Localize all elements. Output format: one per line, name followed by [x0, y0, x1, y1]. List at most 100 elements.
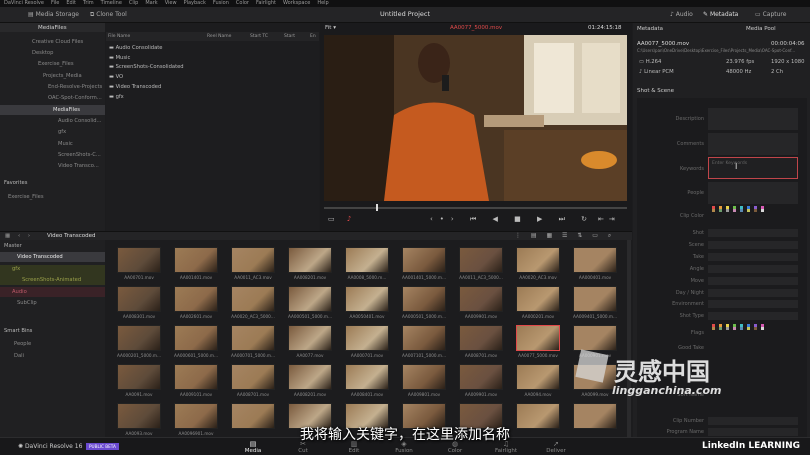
color-swatch[interactable]: [761, 209, 764, 212]
file-row[interactable]: ▬ VO: [109, 73, 184, 83]
clip-thumbnail[interactable]: [117, 247, 161, 273]
flag-swatch[interactable]: [747, 327, 750, 330]
day-night-input[interactable]: [708, 289, 798, 297]
clip-thumbnail[interactable]: [117, 325, 161, 351]
clip-thumbnail[interactable]: [345, 325, 389, 351]
take-input[interactable]: [708, 253, 798, 261]
move-input[interactable]: [708, 277, 798, 285]
clip-thumbnail[interactable]: [231, 286, 275, 312]
tree-item[interactable]: Video Transco...: [58, 163, 99, 169]
tree-item[interactable]: Audio Consolid...: [58, 118, 101, 124]
file-row[interactable]: ▬ gfx: [109, 93, 184, 103]
shot-type-input[interactable]: [708, 312, 798, 320]
flag-swatch[interactable]: [754, 327, 757, 330]
clip-thumbnail[interactable]: [345, 364, 389, 390]
menu-item[interactable]: Trim: [83, 0, 94, 7]
tree-item[interactable]: Desktop: [32, 50, 53, 56]
play-icon[interactable]: ▶: [537, 215, 549, 223]
clip-thumbnail[interactable]: [117, 286, 161, 312]
clip-thumbnail[interactable]: [345, 286, 389, 312]
clip-thumbnail[interactable]: [516, 286, 560, 312]
clip-thumbnail[interactable]: [345, 247, 389, 273]
flag-swatch[interactable]: [726, 327, 729, 330]
bin-item[interactable]: gfx: [12, 266, 20, 272]
pool-scrollbar[interactable]: [627, 240, 631, 437]
column-header[interactable]: Reel Name: [207, 34, 231, 39]
file-row[interactable]: ▬ ScreenShots-Consolidated: [109, 63, 184, 73]
menu-item[interactable]: Edit: [66, 0, 76, 7]
pool-nav-icons[interactable]: ▦ ‹ ›: [5, 233, 33, 239]
mark-in-icon[interactable]: ⇤: [598, 215, 609, 223]
menu-item[interactable]: DaVinci Resolve: [4, 0, 44, 7]
smart-bin-item[interactable]: People: [14, 341, 31, 347]
file-row[interactable]: ▬ Video Transcoded: [109, 83, 184, 93]
play-reverse-icon[interactable]: ◀: [493, 215, 505, 223]
clip-thumbnail[interactable]: [174, 247, 218, 273]
clip-thumbnail[interactable]: [459, 286, 503, 312]
menu-item[interactable]: Color: [236, 0, 249, 7]
clip-thumbnail[interactable]: [402, 247, 446, 273]
clip-thumbnail[interactable]: [402, 286, 446, 312]
clip-thumbnail[interactable]: [288, 247, 332, 273]
clip-thumbnail[interactable]: [573, 286, 617, 312]
color-swatch[interactable]: [712, 209, 715, 212]
bin-item[interactable]: SubClip: [17, 300, 37, 306]
clip-thumbnail[interactable]: [573, 325, 617, 351]
color-swatch[interactable]: [726, 209, 729, 212]
skip-back-icon[interactable]: ⏮: [470, 215, 483, 223]
flag-swatches[interactable]: [712, 324, 798, 330]
menu-item[interactable]: Help: [317, 0, 328, 7]
tree-item[interactable]: Music: [58, 141, 73, 147]
playhead[interactable]: [376, 204, 378, 211]
bin-item[interactable]: ScreenShots-Animated: [22, 277, 81, 283]
skip-forward-icon[interactable]: ⏭: [559, 215, 572, 223]
clip-thumbnail[interactable]: [231, 364, 275, 390]
clip-thumbnail[interactable]: [516, 364, 560, 390]
column-header[interactable]: En: [310, 34, 316, 39]
tree-item[interactable]: Projects_Media: [43, 73, 82, 79]
color-swatch[interactable]: [740, 209, 743, 212]
clip-thumbnail[interactable]: [459, 247, 503, 273]
clip-thumbnail[interactable]: [402, 364, 446, 390]
flag-swatch[interactable]: [712, 327, 715, 330]
people-input[interactable]: [708, 182, 798, 204]
video-frame[interactable]: [324, 35, 627, 201]
clip-color-swatches[interactable]: [712, 206, 798, 212]
menu-item[interactable]: Timeline: [101, 0, 122, 7]
column-header[interactable]: Start TC: [250, 34, 268, 39]
flag-swatch[interactable]: [719, 327, 722, 330]
favorite-item[interactable]: Exercise_Files: [8, 194, 44, 200]
clip-thumbnail[interactable]: [231, 247, 275, 273]
mark-out-icon[interactable]: ⇥: [609, 215, 620, 223]
menu-item[interactable]: View: [165, 0, 177, 7]
description-input[interactable]: [708, 108, 798, 130]
bin-item[interactable]: Master: [4, 243, 22, 249]
display-toggle-icon[interactable]: ▭: [328, 215, 340, 223]
viewer-scrubber[interactable]: [324, 207, 627, 209]
media-pool-button[interactable]: Media Pool: [746, 26, 776, 32]
scene-input[interactable]: [708, 241, 798, 249]
menu-item[interactable]: Fairlight: [256, 0, 276, 7]
stop-icon[interactable]: ■: [514, 215, 528, 223]
jog-icon[interactable]: ‹•›: [430, 215, 461, 223]
clip-thumbnail[interactable]: [402, 325, 446, 351]
comments-input[interactable]: [708, 133, 798, 155]
clip-thumbnail[interactable]: [573, 247, 617, 273]
audio-icon[interactable]: ♪: [347, 215, 356, 223]
clip-thumbnail[interactable]: [288, 325, 332, 351]
zoom-fit-dropdown[interactable]: Fit ▾: [325, 25, 336, 31]
clip-thumbnail[interactable]: [459, 325, 503, 351]
clip-thumbnail[interactable]: [174, 364, 218, 390]
clip-thumbnail[interactable]: [516, 247, 560, 273]
loop-icon[interactable]: ↻: [581, 215, 594, 223]
flag-swatch[interactable]: [740, 327, 743, 330]
flag-swatch[interactable]: [733, 327, 736, 330]
tree-item[interactable]: ScreenShots-C...: [58, 152, 101, 158]
flag-swatch[interactable]: [761, 327, 764, 330]
metadata-button[interactable]: ✎ Metadata: [703, 10, 738, 20]
tree-item[interactable]: End-Resolve-Projects: [48, 84, 102, 90]
menu-item[interactable]: Playback: [184, 0, 206, 7]
clip-thumbnail[interactable]: [174, 286, 218, 312]
smart-bin-item[interactable]: Dali: [14, 353, 24, 359]
capture-button[interactable]: ▭ Capture: [755, 10, 786, 20]
